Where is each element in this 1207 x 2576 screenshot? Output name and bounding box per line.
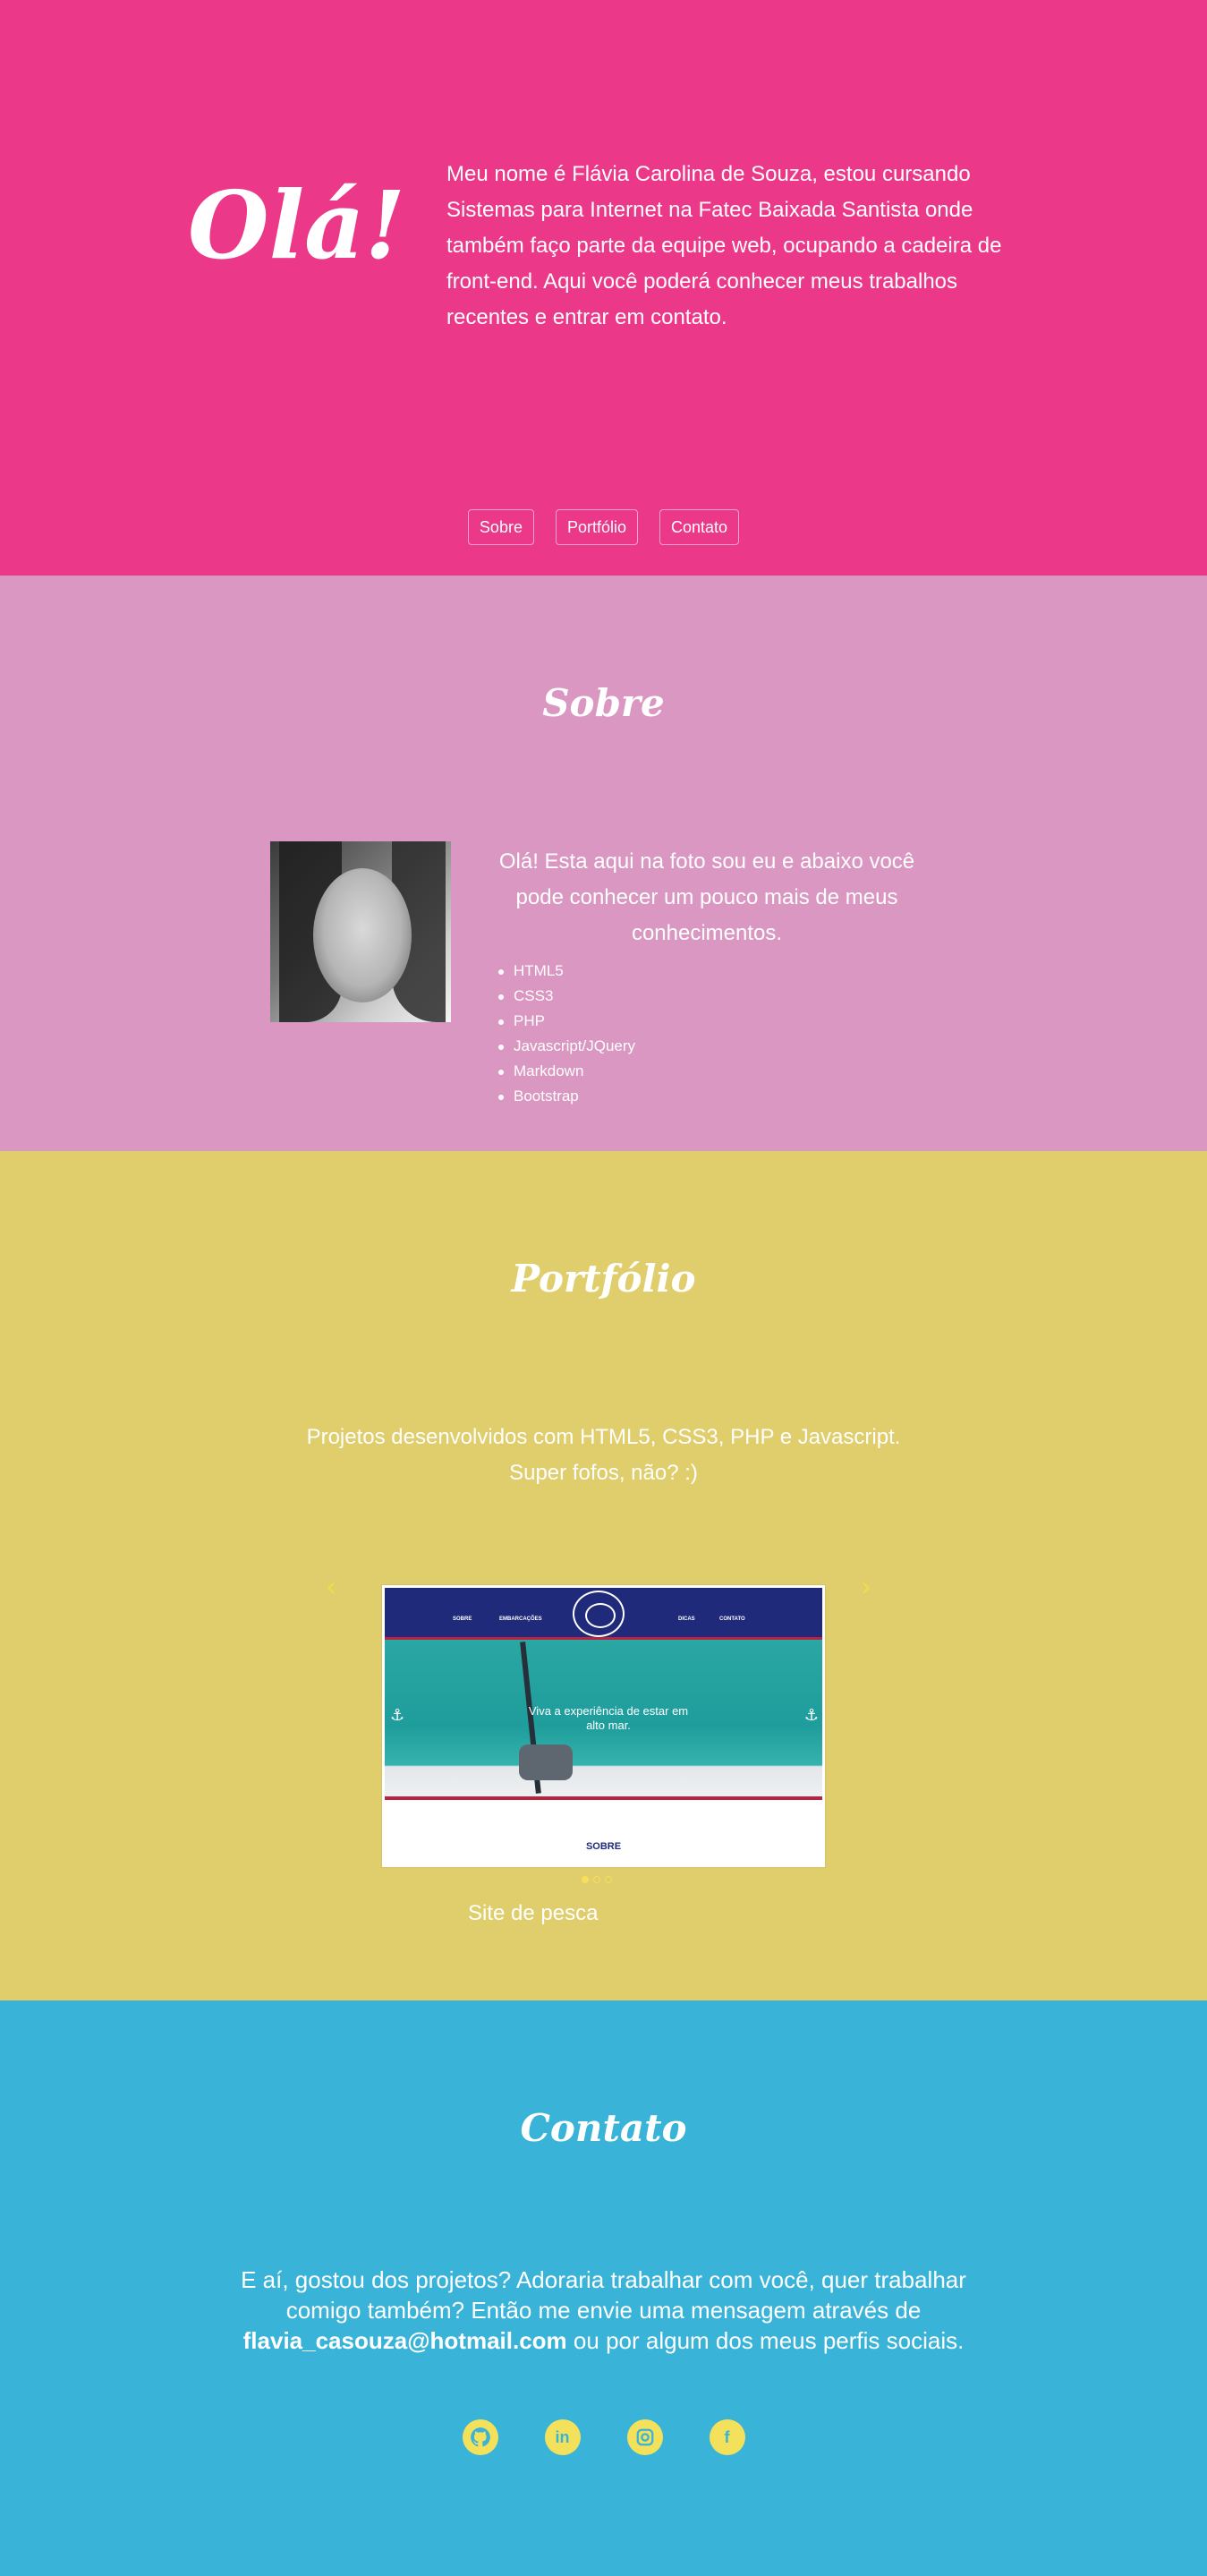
- contato-text: E aí, gostou dos projetos? Adoraria trab…: [215, 2265, 992, 2356]
- slide-menu-item: EMBARCAÇÕES: [499, 1616, 542, 1622]
- slide-menu-item: DICAS: [678, 1616, 695, 1622]
- anchor-icon: ⚓: [803, 1706, 819, 1725]
- contato-text-after: ou por algum dos meus perfis sociais.: [573, 2327, 965, 2354]
- portfolio-text-line-1: Projetos desenvolvidos com HTML5, CSS3, …: [306, 1425, 901, 1449]
- skill-item: Bootstrap: [496, 1084, 764, 1109]
- hero-title: Olá!: [188, 170, 406, 280]
- slide-menu-item: CONTATO: [719, 1616, 745, 1622]
- anchor-logo-icon: [573, 1591, 625, 1637]
- sobre-intro-text: Olá! Esta aqui na foto sou eu e abaixo v…: [498, 849, 915, 945]
- skill-item: Markdown: [496, 1059, 764, 1084]
- carousel-dot[interactable]: [593, 1876, 600, 1883]
- slide-section-label: SOBRE: [585, 1841, 622, 1852]
- portfolio-title: Portfólio: [511, 1257, 696, 1301]
- email-link[interactable]: flavia_casouza@hotmail.com: [243, 2327, 567, 2354]
- carousel-next-arrow-icon[interactable]: ›: [861, 1572, 871, 1603]
- contato-text-before: E aí, gostou dos projetos? Adoraria trab…: [241, 2266, 966, 2324]
- carousel-slide-screenshot[interactable]: SOBRE EMBARCAÇÕES DICAS CONTATO ⚓ ⚓ Viva…: [382, 1585, 825, 1867]
- contato-title: Contato: [520, 2106, 687, 2150]
- slide-menu-item: SOBRE: [453, 1616, 472, 1622]
- carousel-dot[interactable]: [582, 1876, 589, 1883]
- skill-item: PHP: [496, 1009, 764, 1034]
- facebook-icon[interactable]: f: [709, 2419, 745, 2455]
- carousel-dot[interactable]: [605, 1876, 612, 1883]
- github-icon[interactable]: [462, 2419, 498, 2455]
- skill-item: Javascript/JQuery: [496, 1034, 764, 1059]
- carousel-indicators: [582, 1876, 612, 1883]
- skills-list: HTML5 CSS3 PHP Javascript/JQuery Markdow…: [496, 959, 764, 1109]
- instagram-icon[interactable]: [626, 2419, 663, 2455]
- hero-section: Olá! Meu nome é Flávia Carolina de Souza…: [0, 0, 1207, 576]
- social-links: in f: [0, 2419, 1207, 2455]
- nav-button-portfolio[interactable]: Portfólio: [555, 509, 639, 545]
- portfolio-intro-text: Projetos desenvolvidos com HTML5, CSS3, …: [0, 1420, 1207, 1491]
- nav-button-contato[interactable]: Contato: [659, 509, 740, 545]
- anchor-icon: ⚓: [390, 1706, 405, 1725]
- hero-intro-text: Meu nome é Flávia Carolina de Souza, est…: [446, 162, 1002, 329]
- skill-item: CSS3: [496, 984, 764, 1009]
- portfolio-text-line-2: Super fofos, não? :): [509, 1461, 698, 1485]
- sobre-title: Sobre: [542, 681, 665, 725]
- skill-item: HTML5: [496, 959, 764, 984]
- main-nav: Sobre Portfólio Contato: [0, 509, 1207, 545]
- nav-button-sobre[interactable]: Sobre: [467, 509, 534, 545]
- portfolio-section: Portfólio Projetos desenvolvidos com HTM…: [0, 1151, 1207, 2000]
- sobre-section: Sobre Olá! Esta aqui na foto sou eu e ab…: [0, 576, 1207, 1151]
- carousel-prev-arrow-icon[interactable]: ‹: [326, 1572, 336, 1603]
- slide-hero-caption: Viva a experiência de estar em alto mar.: [528, 1704, 689, 1732]
- slide-title: Site de pesca: [468, 1901, 599, 1925]
- linkedin-icon[interactable]: in: [544, 2419, 581, 2455]
- contato-section: Contato E aí, gostou dos projetos? Adora…: [0, 2000, 1207, 2576]
- profile-photo: [270, 841, 451, 1022]
